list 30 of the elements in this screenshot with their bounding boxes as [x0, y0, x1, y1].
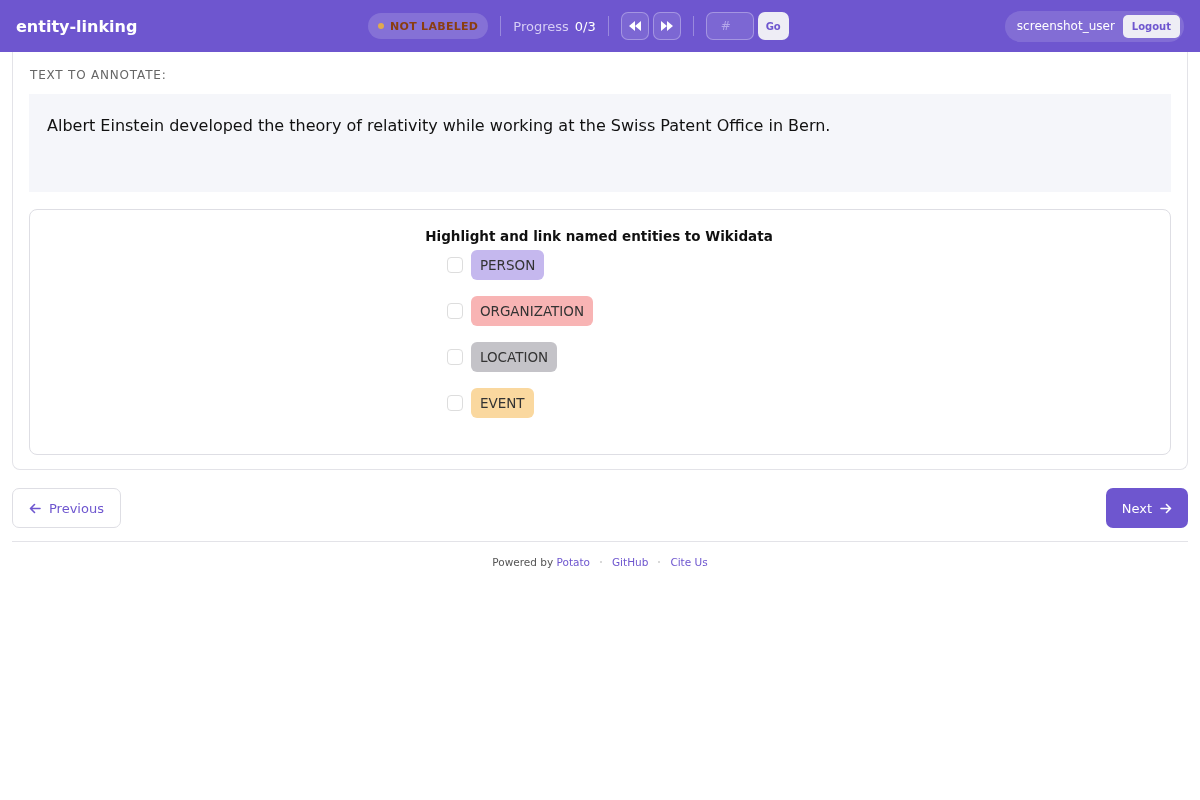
next-instance-button[interactable] — [652, 12, 681, 40]
footer-link[interactable]: GitHub — [612, 556, 649, 568]
app-title: entity-linking — [16, 16, 138, 36]
checkbox[interactable] — [446, 257, 463, 273]
potato-link[interactable]: Potato — [556, 556, 590, 568]
logout-button[interactable]: Logout — [1122, 14, 1180, 38]
task-title: Highlight and link named entities to Wikidata — [425, 228, 773, 244]
entity-label[interactable]: EVENT — [470, 388, 534, 418]
next-button[interactable]: Next — [1105, 488, 1188, 528]
progress-value: 0/3 — [574, 18, 596, 34]
entity-label[interactable]: ORGANIZATION — [470, 296, 594, 326]
previous-instance-button[interactable] — [620, 12, 649, 40]
username: screenshot_user — [1016, 19, 1115, 33]
fast-forward-icon — [660, 21, 673, 31]
previous-button[interactable]: Previous — [12, 488, 121, 528]
progress-label: Progress — [513, 18, 569, 34]
arrow-left-icon — [29, 502, 41, 514]
arrow-right-icon — [1160, 502, 1172, 514]
status-badge: NOT LABELED — [368, 13, 489, 39]
checkbox[interactable] — [446, 303, 463, 319]
footer-link[interactable]: Cite Us — [670, 556, 708, 568]
checkbox[interactable] — [446, 349, 463, 365]
footer-credit: Powered by Potato — [492, 556, 590, 568]
go-button[interactable]: Go — [757, 12, 789, 40]
section-heading: TEXT TO ANNOTATE: — [30, 68, 168, 82]
entity-label[interactable]: LOCATION — [470, 342, 558, 372]
rewind-icon — [628, 21, 641, 31]
checkbox[interactable] — [446, 395, 463, 411]
annotation-text: Albert Einstein developed the theory of relativity while working at the Swiss Patent Office in Bern. — [29, 94, 1171, 192]
entity-label[interactable]: PERSON — [470, 250, 545, 280]
